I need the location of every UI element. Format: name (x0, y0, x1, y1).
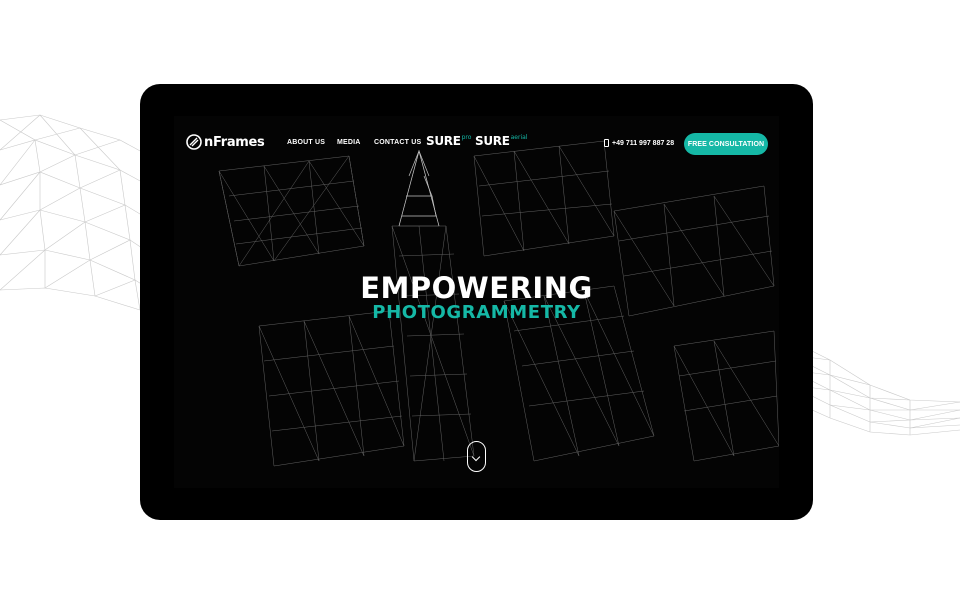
mockup-stage: nFrames ABOUT US MEDIA CONTACT US SUREpr… (0, 0, 960, 600)
nav-about-us[interactable]: ABOUT US (287, 139, 325, 146)
site-navigation: nFrames ABOUT US MEDIA CONTACT US SUREpr… (174, 116, 779, 170)
logo-mark-icon (186, 134, 202, 150)
product-suffix: pro (461, 134, 472, 141)
phone-contact[interactable]: +49 711 997 887 28 (604, 139, 674, 147)
website-screen: nFrames ABOUT US MEDIA CONTACT US SUREpr… (174, 116, 779, 488)
nav-contact-us[interactable]: CONTACT US (374, 139, 421, 146)
site-logo[interactable]: nFrames (186, 134, 265, 150)
nav-sure-pro[interactable]: SUREpro (426, 134, 471, 148)
hero-subtitle: PHOTOGRAMMETRY (372, 302, 581, 323)
scroll-down-icon[interactable] (467, 441, 486, 472)
hero-title: EMPOWERING (360, 271, 593, 305)
product-name: SURE (475, 134, 510, 148)
tablet-device: nFrames ABOUT US MEDIA CONTACT US SUREpr… (140, 84, 813, 520)
free-consultation-button[interactable]: FREE CONSULTATION (684, 133, 768, 155)
phone-icon (604, 139, 609, 147)
nav-media[interactable]: MEDIA (337, 139, 361, 146)
nav-sure-aerial[interactable]: SUREaerial (475, 134, 527, 148)
logo-text: nFrames (204, 134, 265, 150)
phone-number: +49 711 997 887 28 (612, 139, 675, 147)
wireframe-wave-right (790, 339, 960, 436)
product-name: SURE (426, 134, 461, 148)
hero-section: EMPOWERING PHOTOGRAMMETRY (174, 273, 779, 323)
product-suffix: aerial (510, 134, 528, 141)
chevron-down-icon (471, 452, 481, 462)
